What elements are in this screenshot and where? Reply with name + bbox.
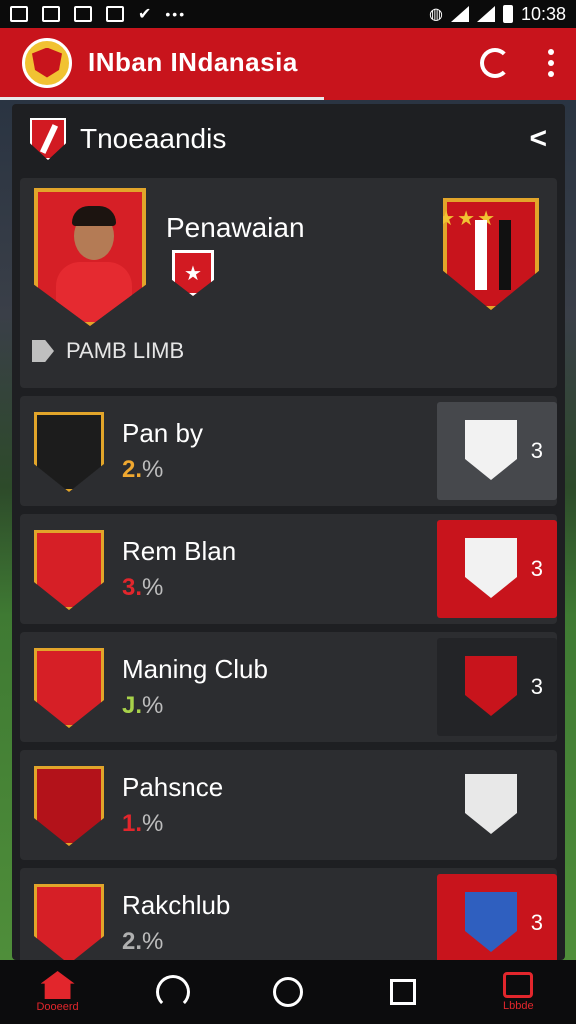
count-badge: 3 <box>530 910 543 935</box>
mail-notification-icon <box>106 6 124 22</box>
app-title: INban INdanasia <box>88 47 298 77</box>
club-shield-icon <box>34 766 104 846</box>
tag-icon <box>32 340 54 362</box>
nav-table[interactable]: Lbbde <box>473 972 563 1012</box>
club-percentage: J.% <box>122 692 164 719</box>
side-panel[interactable]: 3 <box>437 520 557 618</box>
bottom-nav: Dooeerd Lbbde <box>0 960 576 1024</box>
club-percentage: 2.% <box>122 456 164 483</box>
player-portrait <box>34 188 146 326</box>
side-panel[interactable]: 3 <box>437 638 557 736</box>
clock: 10:38 <box>520 3 566 24</box>
list-item[interactable]: Rem Blan 3.% 3 <box>20 514 557 624</box>
club-shield-icon <box>34 412 104 492</box>
table-icon <box>503 972 534 998</box>
club-name: Maning Club <box>122 654 268 684</box>
star-badge-icon: ★ <box>172 250 214 296</box>
list-item[interactable]: Pan by 2.% 3 <box>20 396 557 506</box>
side-panel[interactable] <box>437 756 557 854</box>
nav-browse[interactable] <box>128 975 218 1009</box>
app-bar: INban INdanasia <box>0 28 576 100</box>
player-shield-icon <box>34 884 104 964</box>
featured-card[interactable]: Penawaian ★ ★★★ PAMB LIMB <box>20 178 557 388</box>
count-badge: 3 <box>530 674 543 699</box>
list-item[interactable]: Maning Club J.% 3 <box>20 632 557 742</box>
count-badge: 3 <box>530 556 543 581</box>
signal-icon <box>476 6 495 22</box>
club-crest: ★★★ <box>443 198 539 310</box>
more-vert-icon[interactable] <box>548 48 554 77</box>
club-list: Pan by 2.% 3 Rem Blan 3.% 3 Maning Club … <box>20 396 557 978</box>
message-notification-icon <box>74 6 92 22</box>
content-panel: Tnoeaandis < Penawaian ★ ★★★ PAMB LIMB P… <box>12 104 565 978</box>
home-icon <box>40 971 75 999</box>
club-crest-icon <box>465 774 517 834</box>
club-name: Pan by <box>122 418 203 448</box>
compass-icon <box>155 975 190 1009</box>
gallery-notification-icon <box>10 6 28 22</box>
circle-home-icon <box>272 977 303 1007</box>
vibrate-icon: ◍ <box>428 6 443 23</box>
wifi-icon <box>450 6 469 22</box>
club-crest-icon <box>465 420 517 480</box>
nav-table-label: Lbbde <box>503 1000 534 1012</box>
club-percentage: 1.% <box>122 810 164 837</box>
nav-system-home[interactable] <box>243 977 333 1007</box>
more-notifications-icon: ••• <box>165 6 187 22</box>
app-logo[interactable] <box>22 37 72 88</box>
tag-label: PAMB LIMB <box>66 338 185 363</box>
nav-recents[interactable] <box>358 979 448 1005</box>
sync-icon[interactable] <box>480 47 510 78</box>
stars-icon: ★★★ <box>437 208 497 230</box>
page-title: Tnoeaandis <box>80 123 227 154</box>
club-shield-icon <box>30 118 66 160</box>
check-notification-icon: ✔ <box>138 6 152 23</box>
player-shield-icon <box>34 648 104 728</box>
club-name: Rakchlub <box>122 890 231 920</box>
nav-home-label: Dooeerd <box>36 1001 79 1013</box>
side-panel[interactable]: 3 <box>437 402 557 500</box>
list-item[interactable]: Pahsnce 1.% <box>20 750 557 860</box>
recents-icon <box>390 979 417 1005</box>
battery-icon <box>502 5 513 23</box>
nav-home[interactable]: Dooeerd <box>13 971 103 1013</box>
side-panel[interactable]: 3 <box>437 874 557 972</box>
logo-shield-icon <box>32 47 62 78</box>
player-shield-icon <box>34 530 104 610</box>
club-crest-icon <box>465 892 517 952</box>
club-percentage: 2.% <box>122 928 164 955</box>
sub-header: Tnoeaandis < <box>12 104 565 174</box>
club-crest-icon <box>465 538 517 598</box>
club-percentage: 3.% <box>122 574 164 601</box>
share-icon[interactable]: < <box>529 122 547 156</box>
app-notification-icon <box>42 6 60 22</box>
featured-player-name: Penawaian <box>166 212 305 243</box>
club-crest-icon <box>465 656 517 716</box>
count-badge: 3 <box>530 438 543 463</box>
tag-row: PAMB LIMB <box>32 338 184 364</box>
club-name: Pahsnce <box>122 772 224 802</box>
club-name: Rem Blan <box>122 536 237 566</box>
status-bar: ✔ ••• ◍ 10:38 <box>0 0 576 28</box>
